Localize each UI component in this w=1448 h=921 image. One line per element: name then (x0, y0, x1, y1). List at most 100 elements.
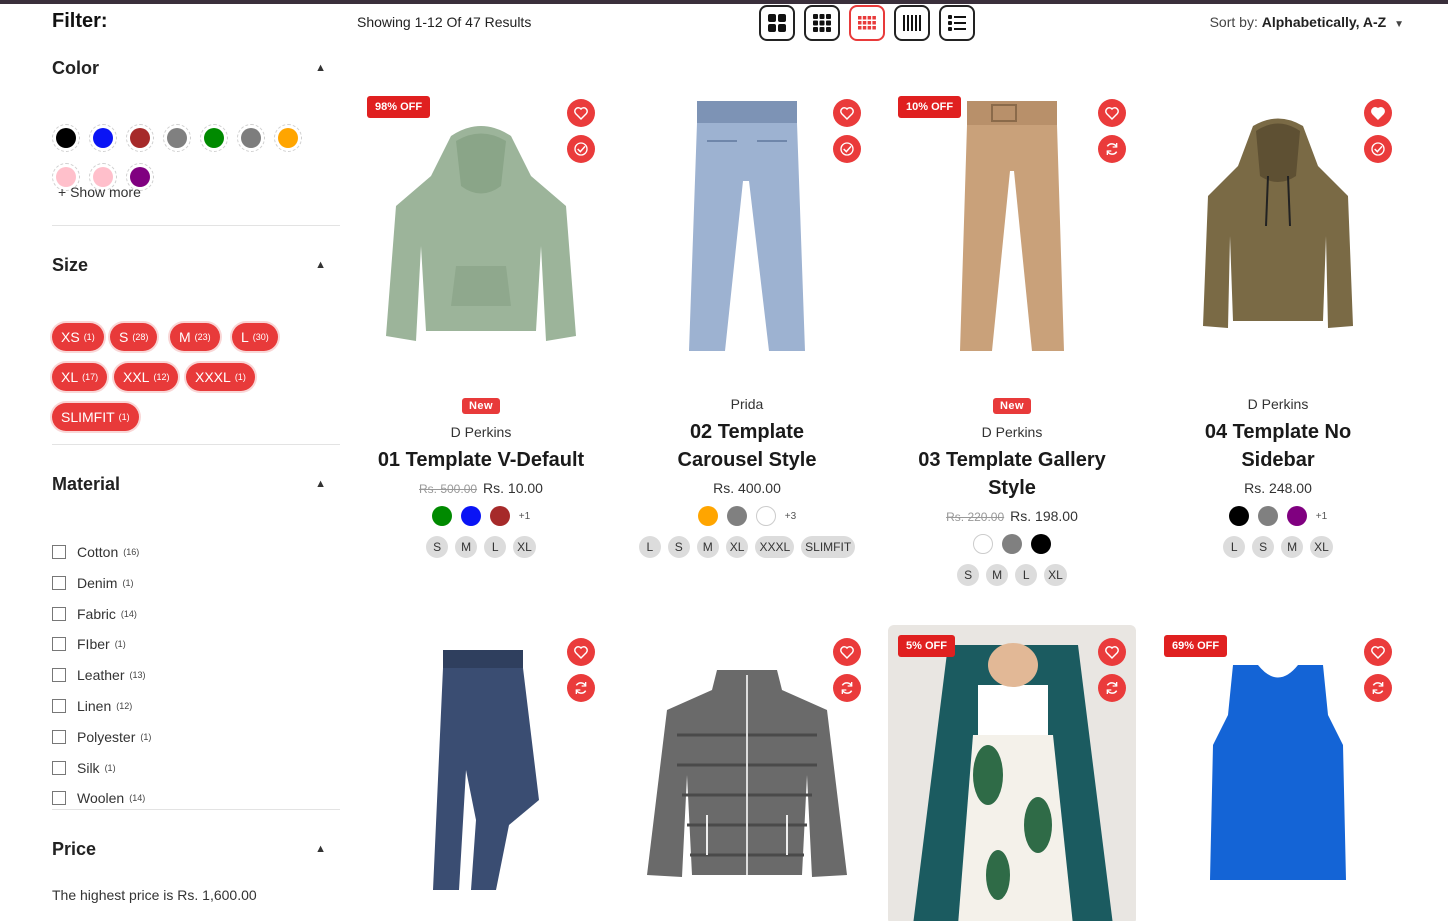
size-variant[interactable]: M (455, 536, 478, 558)
material-option-fiber[interactable]: FIber (1) (52, 634, 126, 654)
product-vendor[interactable]: D Perkins (888, 424, 1136, 440)
compare-check-icon[interactable] (1364, 135, 1392, 163)
material-option-denim[interactable]: Denim (1) (52, 573, 133, 593)
material-option-cotton[interactable]: Cotton (16) (52, 542, 139, 562)
product-vendor[interactable]: Prida (623, 396, 871, 412)
color-swatch-blue[interactable] (89, 124, 117, 152)
product-title[interactable]: 03 Template Gallery Style (888, 446, 1136, 502)
wishlist-heart-icon[interactable] (567, 99, 595, 127)
material-option-polyester[interactable]: Polyester (1) (52, 727, 151, 747)
material-option-fabric[interactable]: Fabric (14) (52, 604, 137, 624)
checkbox[interactable] (52, 699, 66, 713)
material-filter-header[interactable]: Material ▲ (52, 474, 340, 498)
size-variant[interactable]: L (638, 536, 661, 558)
material-option-silk[interactable]: Silk (1) (52, 758, 116, 778)
size-option-s[interactable]: S (28) (110, 323, 158, 351)
product-title[interactable]: 02 Template Carousel Style (623, 418, 871, 474)
product-image[interactable] (357, 86, 605, 376)
color-variant-dot[interactable] (1286, 506, 1307, 526)
color-swatch-gray[interactable] (163, 124, 191, 152)
product-vendor[interactable]: D Perkins (357, 424, 605, 440)
size-variant[interactable]: S (667, 536, 690, 558)
show-more-link[interactable]: + Show more (58, 184, 141, 200)
size-variant[interactable]: M (696, 536, 719, 558)
color-variant-dot[interactable] (1228, 506, 1249, 526)
checkbox[interactable] (52, 668, 66, 683)
size-variant[interactable]: XL (1310, 536, 1333, 558)
size-variant[interactable]: S (1252, 536, 1275, 558)
size-variant[interactable]: L (484, 536, 507, 558)
size-variant[interactable]: M (1281, 536, 1304, 558)
color-variant-dot[interactable] (1257, 506, 1278, 526)
chevron-up-icon[interactable]: ▲ (315, 62, 326, 74)
checkbox[interactable] (52, 575, 66, 590)
chevron-up-icon[interactable]: ▲ (315, 259, 326, 271)
wishlist-heart-icon[interactable] (567, 638, 595, 666)
color-swatch-grey[interactable] (237, 124, 265, 152)
sort-dropdown[interactable]: Sort by: Alphabetically, A-Z ▼ (1210, 14, 1404, 30)
grid-4-view-button[interactable] (849, 5, 885, 41)
color-variant-dot[interactable] (431, 506, 452, 526)
color-filter-header[interactable]: Color ▲ (52, 58, 340, 82)
color-variant-dot[interactable] (755, 506, 776, 526)
checkbox[interactable] (52, 637, 66, 652)
size-variant[interactable]: L (1015, 564, 1038, 586)
wishlist-heart-icon[interactable] (833, 638, 861, 666)
material-option-woolen[interactable]: Woolen (14) (52, 788, 145, 808)
product-image[interactable] (357, 625, 605, 921)
color-swatch-orange[interactable] (274, 124, 302, 152)
wishlist-heart-icon[interactable] (1364, 638, 1392, 666)
checkbox[interactable] (52, 729, 66, 744)
product-image[interactable] (1154, 625, 1402, 921)
product-image[interactable] (888, 86, 1136, 376)
size-variant[interactable]: M (986, 564, 1009, 586)
size-option-m[interactable]: M (23) (170, 323, 220, 351)
color-variant-dot[interactable] (489, 506, 510, 526)
size-variant[interactable]: SLIMFIT (801, 536, 856, 558)
grid-2-view-button[interactable] (759, 5, 795, 41)
size-option-slimfit[interactable]: SLIMFIT (1) (52, 403, 139, 431)
color-variant-dot[interactable] (1031, 534, 1051, 554)
product-image[interactable] (623, 86, 871, 376)
grid-3-view-button[interactable] (804, 5, 840, 41)
product-image[interactable] (1154, 86, 1402, 376)
wishlist-heart-icon[interactable] (1098, 638, 1126, 666)
compare-check-icon[interactable] (833, 135, 861, 163)
checkbox[interactable] (52, 791, 66, 806)
size-variant[interactable]: XL (725, 536, 749, 558)
size-option-xxl[interactable]: XXL (12) (114, 363, 179, 391)
wishlist-heart-icon[interactable] (833, 99, 861, 127)
size-variant[interactable]: S (957, 564, 980, 586)
size-option-xl[interactable]: XL (17) (52, 363, 108, 391)
size-variant[interactable]: XL (1044, 564, 1067, 586)
compare-refresh-icon[interactable] (567, 674, 595, 702)
chevron-up-icon[interactable]: ▲ (315, 843, 326, 855)
color-variant-dot[interactable] (726, 506, 747, 526)
wishlist-heart-icon[interactable] (1364, 99, 1392, 127)
product-title[interactable]: 04 Template No Sidebar (1154, 418, 1402, 474)
grid-5-view-button[interactable] (894, 5, 930, 41)
compare-refresh-icon[interactable] (1098, 674, 1126, 702)
price-filter-header[interactable]: Price ▲ (52, 839, 340, 863)
color-variant-dot[interactable] (973, 534, 993, 554)
material-option-leather[interactable]: Leather (13) (52, 665, 146, 685)
list-view-button[interactable] (939, 5, 975, 41)
size-variant[interactable]: XXXL (755, 536, 795, 558)
compare-refresh-icon[interactable] (1098, 135, 1126, 163)
color-swatch-green[interactable] (200, 124, 228, 152)
color-variant-dot[interactable] (460, 506, 481, 526)
product-image[interactable] (623, 625, 871, 921)
product-image[interactable] (888, 625, 1136, 921)
size-variant[interactable]: XL (513, 536, 536, 558)
size-option-xxxl[interactable]: XXXL (1) (186, 363, 255, 391)
wishlist-heart-icon[interactable] (1098, 99, 1126, 127)
color-swatch-brown[interactable] (126, 124, 154, 152)
checkbox[interactable] (52, 606, 66, 621)
compare-refresh-icon[interactable] (1364, 674, 1392, 702)
material-option-linen[interactable]: Linen (12) (52, 696, 132, 716)
product-vendor[interactable]: D Perkins (1154, 396, 1402, 412)
product-title[interactable]: 01 Template V-Default (357, 446, 605, 474)
chevron-up-icon[interactable]: ▲ (315, 478, 326, 490)
color-variant-dot[interactable] (1002, 534, 1022, 554)
checkbox[interactable] (52, 760, 66, 775)
